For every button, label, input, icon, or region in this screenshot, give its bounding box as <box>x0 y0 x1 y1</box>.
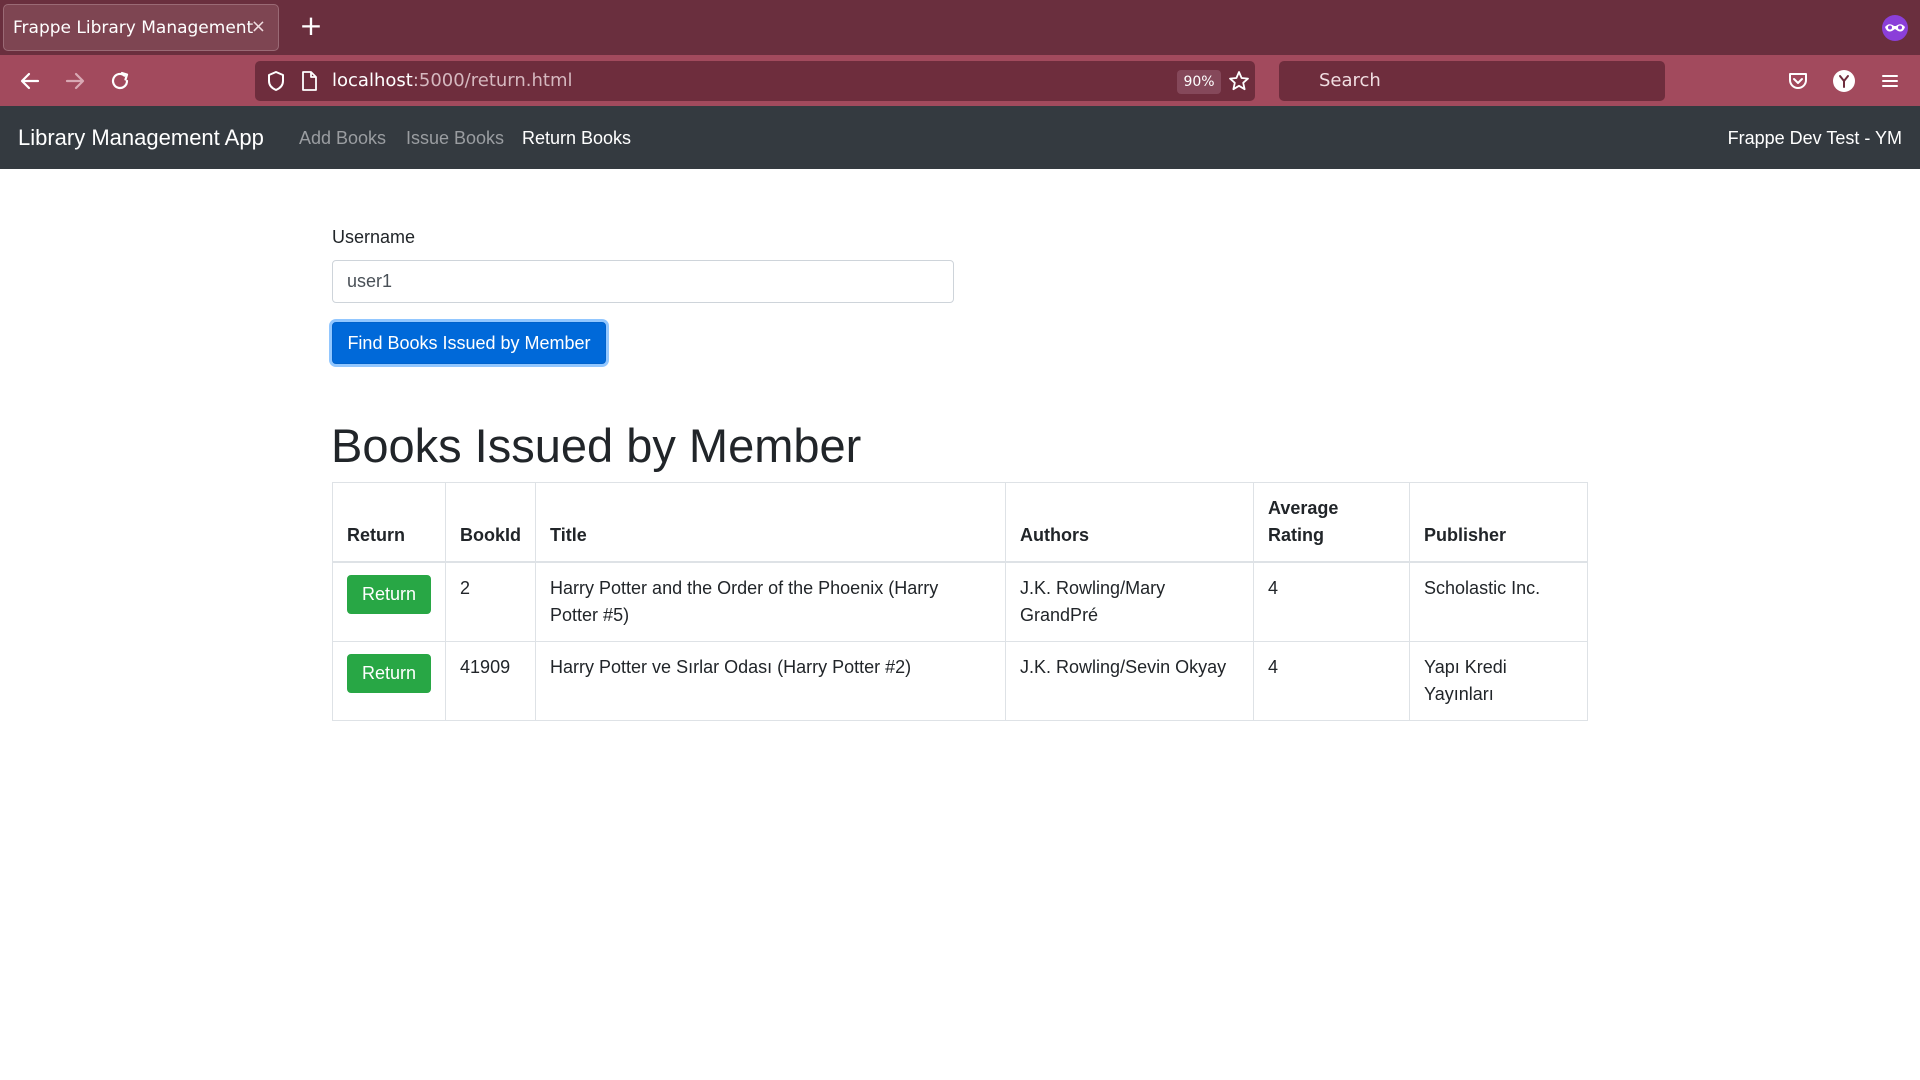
return-cell: Return <box>331 561 447 642</box>
find-books-button[interactable]: Find Books Issued by Member <box>332 322 606 364</box>
app-navbar: Library Management App Add Books Issue B… <box>0 106 1920 169</box>
table-row: Return 2 Harry Potter and the Order of t… <box>331 561 1588 642</box>
table-row: Return 41909 Harry Potter ve Sırlar Odas… <box>331 641 1588 721</box>
url-path: :5000/return.html <box>412 70 573 91</box>
title-cell: Harry Potter ve Sırlar Odası (Harry Pott… <box>535 641 1007 721</box>
publisher-cell: Scholastic Inc. <box>1409 561 1588 642</box>
new-tab-icon[interactable]: + <box>296 12 326 42</box>
reload-icon[interactable] <box>104 65 136 97</box>
authors-cell: J.K. Rowling/Sevin Okyay <box>1005 641 1255 721</box>
return-button[interactable]: Return <box>347 575 432 614</box>
tab-title: Frappe Library Management <box>13 17 254 38</box>
column-header-authors: Authors <box>1005 482 1255 563</box>
browser-tab[interactable]: Frappe Library Management × <box>3 4 279 51</box>
return-cell: Return <box>331 641 447 721</box>
issued-books-table: Return BookId Title Authors Average Rati… <box>331 482 1588 721</box>
page-icon[interactable] <box>297 69 321 93</box>
app-brand[interactable]: Library Management App <box>18 125 264 151</box>
return-button[interactable]: Return <box>347 654 432 693</box>
search-bar[interactable]: Search <box>1279 61 1665 101</box>
zoom-level-badge[interactable]: 90% <box>1177 70 1221 94</box>
username-label: Username <box>332 227 416 247</box>
nav-link-issue-books[interactable]: Issue Books <box>406 128 504 149</box>
average-rating-cell: 4 <box>1253 561 1411 642</box>
account-avatar-icon[interactable] <box>1828 65 1860 97</box>
bookmark-star-icon[interactable] <box>1227 69 1251 93</box>
browser-toolbar: localhost:5000/return.html 90% Search <box>0 55 1920 106</box>
book-id-cell: 2 <box>445 561 537 642</box>
forward-arrow-icon[interactable] <box>59 65 91 97</box>
book-id-cell: 41909 <box>445 641 537 721</box>
pocket-icon[interactable] <box>1782 65 1814 97</box>
publisher-cell: Yapı Kredi Yayınları <box>1409 641 1588 721</box>
authors-cell: J.K. Rowling/Mary GrandPré <box>1005 561 1255 642</box>
browser-tab-bar: Frappe Library Management × + <box>0 0 1920 55</box>
hamburger-menu-icon[interactable] <box>1874 65 1906 97</box>
url-text[interactable]: localhost:5000/return.html <box>332 70 573 91</box>
tab-close-icon[interactable]: × <box>251 17 266 37</box>
url-host: localhost <box>332 70 413 91</box>
average-rating-cell: 4 <box>1253 641 1411 721</box>
column-header-bookid: BookId <box>445 482 537 563</box>
back-arrow-icon[interactable] <box>14 65 46 97</box>
column-header-title: Title <box>535 482 1007 563</box>
column-header-average-rating: Average Rating <box>1253 482 1411 563</box>
search-placeholder: Search <box>1319 70 1381 91</box>
nav-link-add-books[interactable]: Add Books <box>299 128 386 149</box>
column-header-publisher: Publisher <box>1409 482 1588 563</box>
column-header-return: Return <box>331 482 447 563</box>
navbar-right-text: Frappe Dev Test - YM <box>1727 128 1902 148</box>
address-bar[interactable]: localhost:5000/return.html 90% <box>255 61 1255 101</box>
table-header-row: Return BookId Title Authors Average Rati… <box>331 482 1588 563</box>
private-browsing-icon <box>1880 14 1910 42</box>
nav-link-return-books[interactable]: Return Books <box>522 128 631 149</box>
results-heading: Books Issued by Member <box>331 419 862 472</box>
username-input[interactable] <box>332 260 954 303</box>
shield-icon[interactable] <box>264 69 288 93</box>
title-cell: Harry Potter and the Order of the Phoeni… <box>535 561 1007 642</box>
